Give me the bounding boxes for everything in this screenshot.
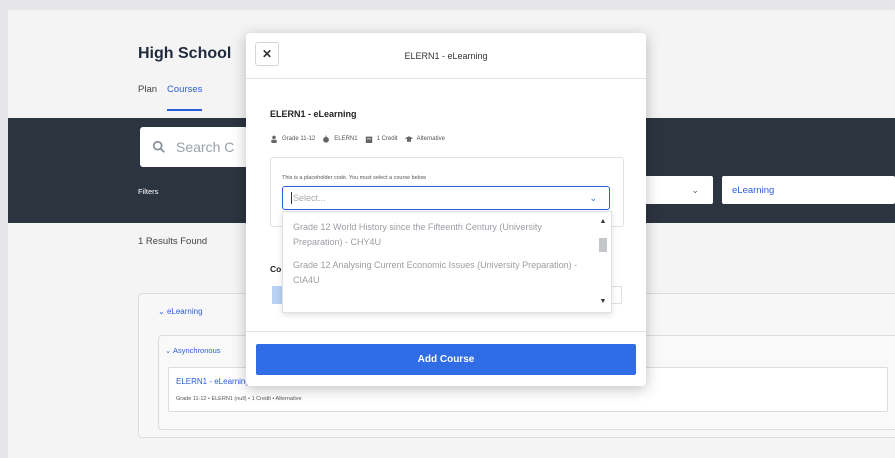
course-heading: ELERN1 - eLearning bbox=[270, 109, 357, 119]
chevron-down-icon: ⌄ bbox=[589, 193, 597, 203]
tab-courses[interactable]: Courses bbox=[167, 84, 203, 111]
scroll-down-icon[interactable]: ▼ bbox=[597, 298, 609, 305]
modal-title: ELERN1 - eLearning bbox=[404, 51, 488, 61]
select-placeholder: Select... bbox=[293, 193, 326, 203]
section-label: Co bbox=[270, 264, 282, 274]
subgroup-toggle-asynchronous[interactable]: ⌄ Asynchronous bbox=[165, 346, 221, 355]
footer-divider bbox=[246, 331, 646, 332]
meta-code: ELERN1 bbox=[322, 135, 358, 143]
course-option[interactable]: Grade 12 World History since the Fifteen… bbox=[293, 220, 583, 250]
person-icon bbox=[271, 135, 277, 143]
results-count: 1 Results Found bbox=[138, 236, 208, 247]
scroll-thumb[interactable] bbox=[599, 238, 607, 252]
page-title: High School bbox=[138, 45, 232, 62]
course-select[interactable]: Select... ⌄ bbox=[282, 186, 610, 210]
group-toggle-elearning[interactable]: ⌄ eLearning bbox=[158, 307, 203, 316]
placeholder-note: This is a placeholder code. You must sel… bbox=[282, 175, 426, 181]
course-options-dropdown: Grade 12 World History since the Fifteen… bbox=[282, 211, 612, 313]
page-tabs: Plan Courses bbox=[138, 84, 203, 111]
search-icon bbox=[152, 140, 165, 153]
filters-label: Filters bbox=[138, 187, 159, 196]
tab-plan[interactable]: Plan bbox=[138, 84, 157, 111]
filter-value: eLearning bbox=[732, 184, 775, 196]
modal-header: ✕ ELERN1 - eLearning bbox=[246, 33, 646, 79]
filter-select-1[interactable]: ⌄ bbox=[638, 176, 713, 204]
meta-credit: 1 Credit bbox=[365, 135, 398, 143]
scroll-up-icon[interactable]: ▲ bbox=[597, 218, 609, 225]
graduation-cap-icon bbox=[404, 136, 413, 142]
chevron-down-icon: ⌄ bbox=[158, 307, 167, 316]
meta-type: Alternative bbox=[404, 135, 445, 143]
chevron-down-icon: ⌄ bbox=[165, 346, 173, 355]
search-placeholder: Search C bbox=[176, 139, 235, 155]
text-cursor bbox=[291, 192, 292, 204]
course-meta-row: Grade 11-12 ELERN1 1 Credit Alternative bbox=[270, 135, 445, 143]
add-course-modal: ✕ ELERN1 - eLearning ELERN1 - eLearning … bbox=[246, 33, 646, 386]
filter-select-elearning[interactable]: eLearning bbox=[722, 176, 895, 204]
chevron-down-icon: ⌄ bbox=[691, 185, 699, 195]
meta-grade: Grade 11-12 bbox=[270, 135, 315, 143]
add-course-button[interactable]: Add Course bbox=[256, 344, 636, 375]
course-card-title[interactable]: ELERN1 - eLearning bbox=[176, 377, 250, 386]
building-icon bbox=[365, 136, 372, 143]
course-card-meta: Grade 11-12 • ELERN1 (null) • 1 Credit •… bbox=[176, 396, 302, 402]
dropdown-scrollbar[interactable]: ▲ ▼ bbox=[597, 218, 609, 308]
course-option[interactable]: Grade 12 Analysing Current Economic Issu… bbox=[293, 258, 583, 288]
apple-icon bbox=[323, 135, 330, 143]
